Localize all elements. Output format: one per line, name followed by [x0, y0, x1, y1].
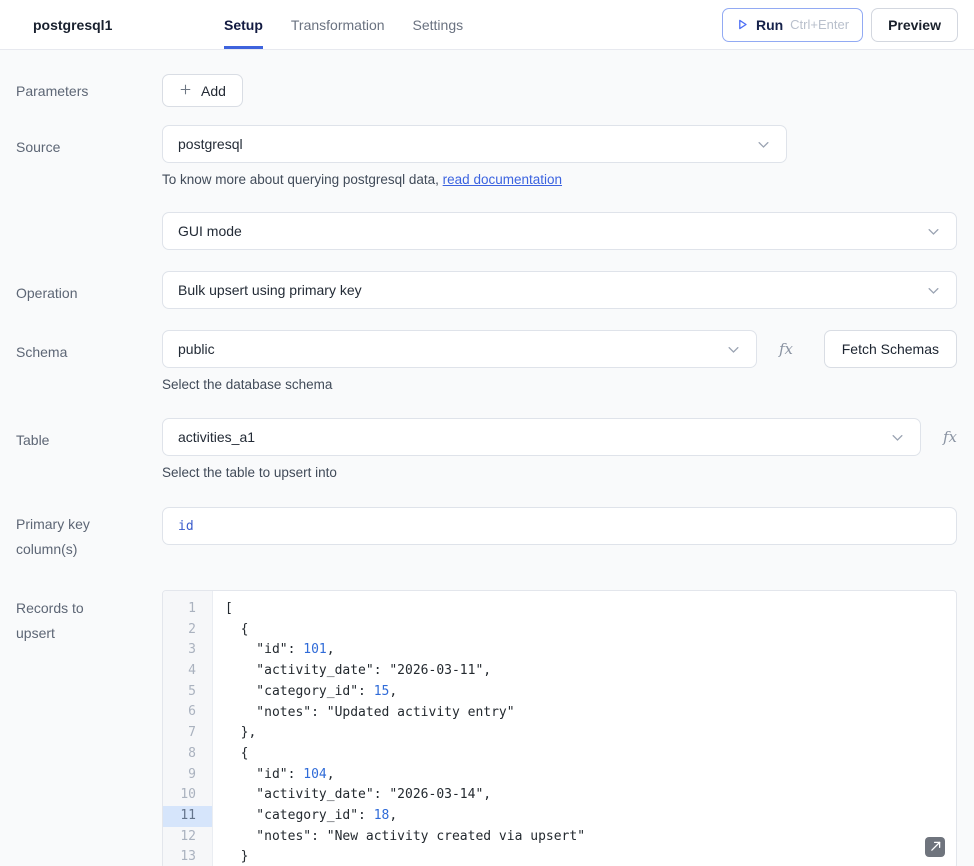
chevron-down-icon	[926, 283, 941, 298]
run-shortcut: Ctrl+Enter	[790, 17, 849, 32]
add-parameter-button[interactable]: Add	[162, 74, 243, 107]
table-select-value: activities_a1	[178, 429, 255, 445]
operation-select[interactable]: Bulk upsert using primary key	[162, 271, 957, 309]
query-setup-panel: Parameters Add Source postgresql To know…	[0, 74, 974, 866]
operation-select-value: Bulk upsert using primary key	[178, 282, 362, 298]
primary-key-input[interactable]	[162, 507, 957, 545]
tab-settings-label: Settings	[413, 17, 464, 33]
fetch-schemas-button[interactable]: Fetch Schemas	[824, 330, 957, 368]
query-header: postgresql1 Setup Transformation Setting…	[0, 0, 974, 50]
schema-select-value: public	[178, 341, 215, 357]
source-helper: To know more about querying postgresql d…	[162, 172, 957, 187]
editor-code[interactable]: [ { "id": 101, "activity_date": "2026-03…	[213, 591, 956, 866]
editor-gutter: 12345678910111213	[163, 591, 213, 866]
chevron-down-icon	[890, 430, 905, 445]
source-select-value: postgresql	[178, 136, 243, 152]
preview-button[interactable]: Preview	[871, 8, 958, 42]
tab-settings[interactable]: Settings	[413, 0, 464, 49]
fx-toggle-icon[interactable]: fx	[943, 428, 957, 446]
table-select[interactable]: activities_a1	[162, 418, 921, 456]
run-button[interactable]: Run Ctrl+Enter	[722, 8, 863, 42]
source-helper-text: To know more about querying postgresql d…	[162, 172, 443, 187]
operation-label: Operation	[16, 271, 162, 309]
tab-setup[interactable]: Setup	[224, 0, 263, 49]
tab-bar: Setup Transformation Settings	[224, 0, 463, 49]
query-title[interactable]: postgresql1	[16, 17, 192, 33]
schema-helper: Select the database schema	[162, 377, 957, 392]
chevron-down-icon	[756, 137, 771, 152]
tab-setup-label: Setup	[224, 17, 263, 33]
read-documentation-link[interactable]: read documentation	[443, 172, 562, 187]
play-icon	[736, 18, 749, 31]
expand-editor-button[interactable]	[925, 837, 945, 857]
records-code-editor[interactable]: 12345678910111213 [ { "id": 101, "activi…	[162, 590, 957, 866]
chevron-down-icon	[726, 342, 741, 357]
mode-label-spacer	[16, 212, 162, 250]
source-label: Source	[16, 125, 162, 187]
table-helper: Select the table to upsert into	[162, 465, 957, 480]
tab-transformation-label: Transformation	[291, 17, 385, 33]
expand-arrow-icon	[930, 840, 941, 855]
plus-icon	[179, 83, 192, 99]
parameters-label: Parameters	[16, 74, 162, 107]
tab-transformation[interactable]: Transformation	[291, 0, 385, 49]
primary-key-label: Primary key column(s)	[16, 507, 162, 562]
chevron-down-icon	[926, 224, 941, 239]
fx-toggle-icon[interactable]: fx	[779, 340, 793, 358]
mode-select-value: GUI mode	[178, 223, 242, 239]
source-select[interactable]: postgresql	[162, 125, 787, 163]
schema-label: Schema	[16, 330, 162, 392]
header-actions: Run Ctrl+Enter Preview	[722, 8, 958, 42]
run-label: Run	[756, 17, 783, 33]
add-parameter-label: Add	[201, 83, 226, 99]
records-label: Records to upsert	[16, 590, 162, 866]
table-label: Table	[16, 418, 162, 480]
schema-select[interactable]: public	[162, 330, 757, 368]
mode-select[interactable]: GUI mode	[162, 212, 957, 250]
